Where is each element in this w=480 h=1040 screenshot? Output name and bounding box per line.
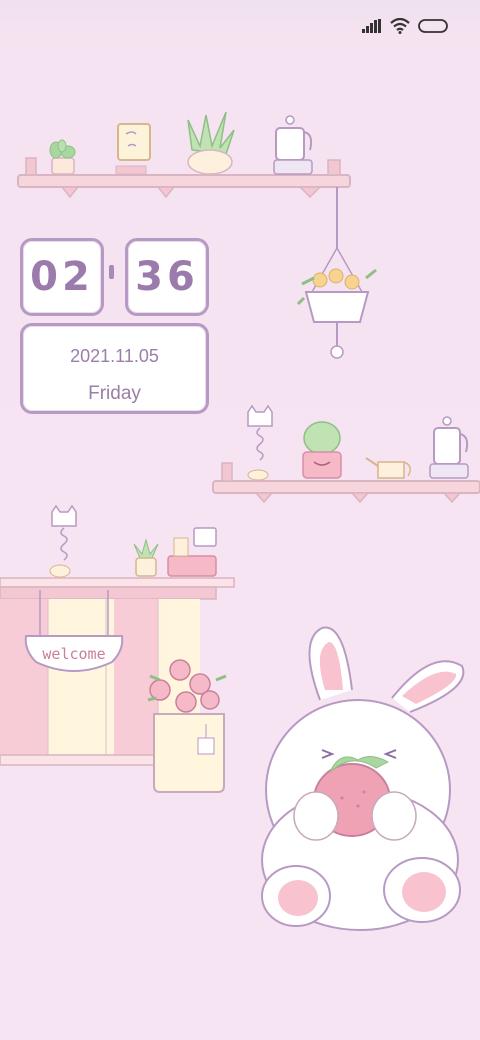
clock-hours: 02 xyxy=(30,254,94,300)
cat-toy-counter-icon xyxy=(49,504,77,578)
counter-plant-icon xyxy=(133,538,159,577)
status-icons xyxy=(362,17,450,39)
status-bar xyxy=(0,0,480,56)
welcome-sign-text: welcome xyxy=(42,645,105,663)
clock-minutes-tile[interactable]: 36 xyxy=(125,238,209,316)
clock-colon xyxy=(109,265,114,279)
picture-frame-icon xyxy=(115,123,151,175)
cash-register-icon xyxy=(167,527,217,577)
teapot-icon xyxy=(273,115,313,175)
wallpaper-illustration: welcome xyxy=(0,111,480,931)
watering-can-icon xyxy=(365,457,411,479)
battery-icon xyxy=(418,18,450,39)
cactus-pot-icon xyxy=(302,421,342,479)
day-text: Friday xyxy=(88,383,141,404)
clock-hours-tile[interactable]: 02 xyxy=(20,238,104,316)
date-text: 2021.11.05 xyxy=(70,346,159,366)
hanging-basket-icon xyxy=(296,187,377,359)
bunny-illustration xyxy=(261,626,465,931)
spiky-plant-icon xyxy=(187,111,235,175)
clock-minutes: 36 xyxy=(135,254,199,300)
cat-toy-icon xyxy=(247,404,273,481)
kettle-icon xyxy=(429,416,469,479)
wifi-icon xyxy=(390,17,410,39)
signal-icon xyxy=(362,19,382,38)
small-plant-icon xyxy=(49,139,76,175)
date-widget[interactable]: 2021.11.05 Friday xyxy=(20,323,209,414)
